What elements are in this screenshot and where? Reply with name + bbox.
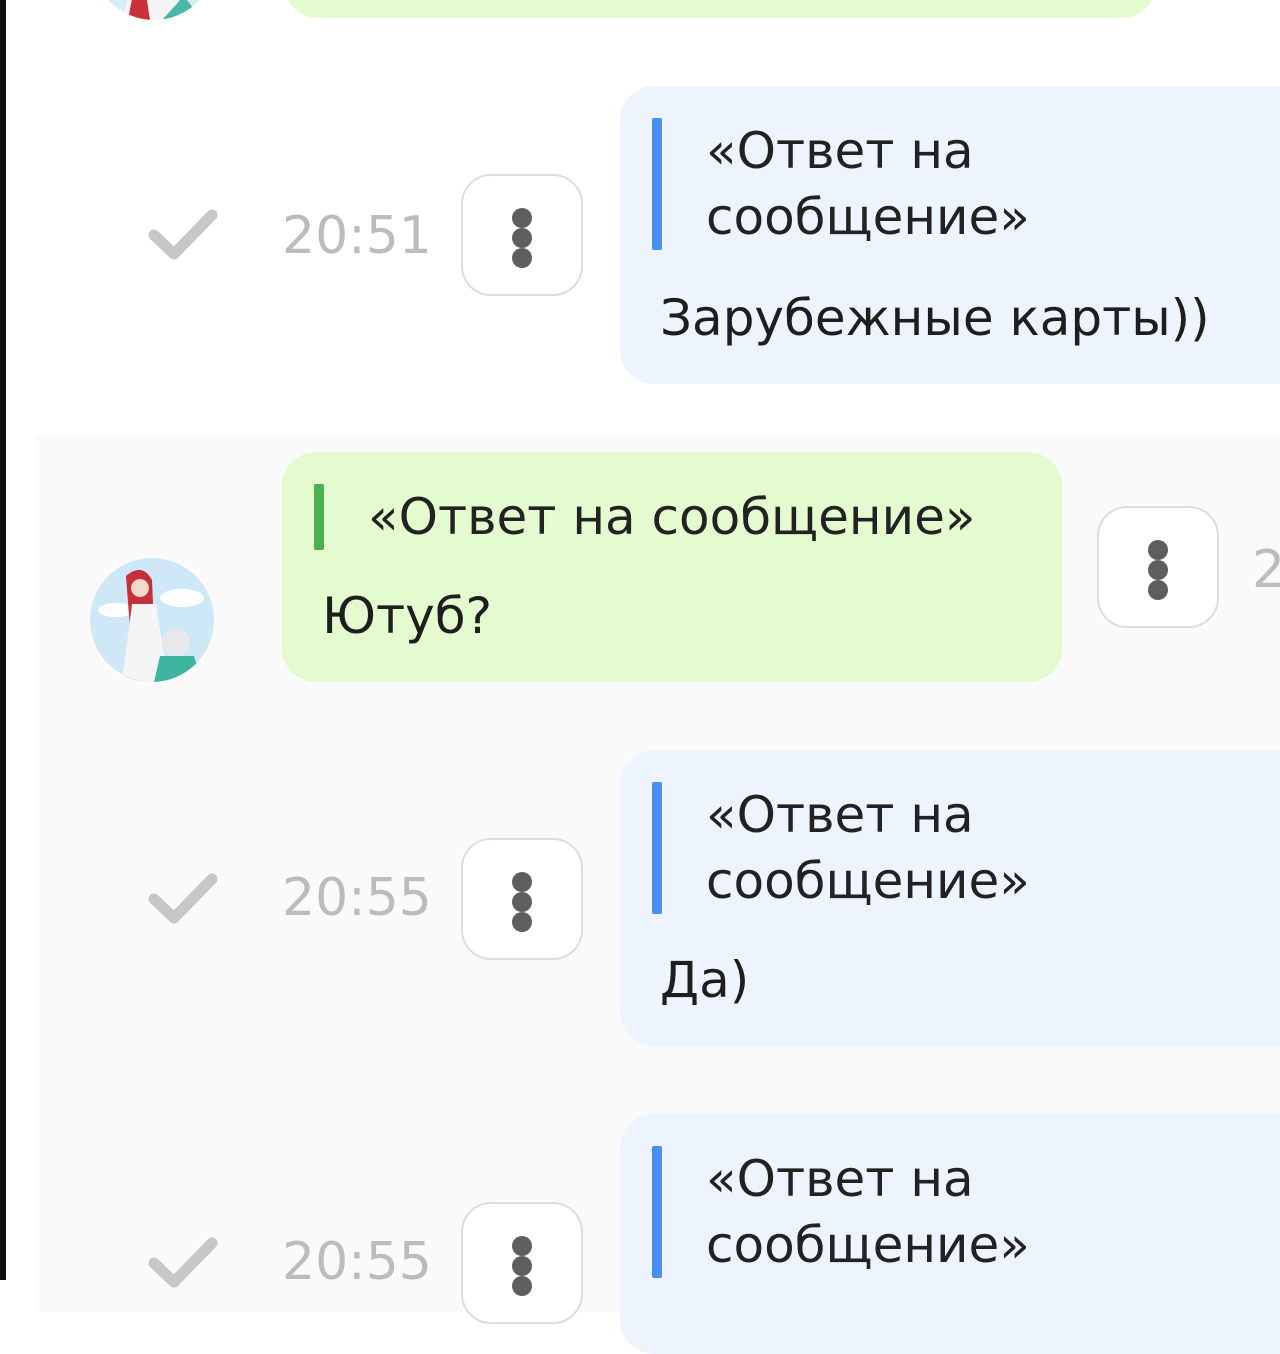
reply-quote-bar — [652, 1146, 662, 1278]
previous-message-avatar[interactable] — [92, 0, 216, 20]
avatar-anime-icon — [92, 0, 216, 20]
message-timestamp: 2 — [1252, 540, 1280, 600]
message-text: Ютуб? — [322, 587, 493, 645]
message-menu-button[interactable] — [461, 838, 583, 960]
check-icon — [148, 1237, 218, 1288]
reply-quote-text[interactable]: «Ответ на сообщение» — [368, 484, 975, 550]
reply-quote-text[interactable]: «Ответ на сообщение» — [706, 782, 1146, 914]
reply-quote-text[interactable]: «Ответ на сообщение» — [706, 118, 1146, 250]
message-bubble-incoming[interactable]: «Ответ на сообщение» Ютуб? — [282, 452, 1062, 682]
avatar-anime-icon — [90, 558, 214, 682]
message-menu-button[interactable] — [461, 1202, 583, 1324]
message-timestamp: 20:55 — [282, 1232, 432, 1292]
reply-quote-bar — [652, 118, 662, 250]
reply-quote-bar — [314, 484, 324, 550]
message-menu-button[interactable] — [461, 174, 583, 296]
sender-avatar[interactable] — [90, 558, 214, 682]
message-text: Да) — [660, 951, 750, 1009]
check-icon — [148, 209, 218, 260]
check-icon — [148, 873, 218, 924]
previous-message-bubble[interactable] — [284, 0, 1156, 18]
reply-quote-bar — [652, 782, 662, 914]
message-menu-button[interactable] — [1097, 506, 1219, 628]
message-bubble-outgoing[interactable]: «Ответ на сообщение» — [620, 1114, 1280, 1354]
message-timestamp: 20:55 — [282, 868, 432, 928]
reply-quote-text[interactable]: «Ответ на сообщение» — [706, 1146, 1146, 1278]
message-bubble-outgoing[interactable]: «Ответ на сообщение» Да) — [620, 750, 1280, 1046]
screen-left-edge — [0, 0, 6, 1280]
message-bubble-outgoing[interactable]: «Ответ на сообщение» Зарубежные карты)) — [620, 86, 1280, 384]
message-timestamp: 20:51 — [282, 206, 432, 266]
message-text: Зарубежные карты)) — [660, 289, 1210, 347]
